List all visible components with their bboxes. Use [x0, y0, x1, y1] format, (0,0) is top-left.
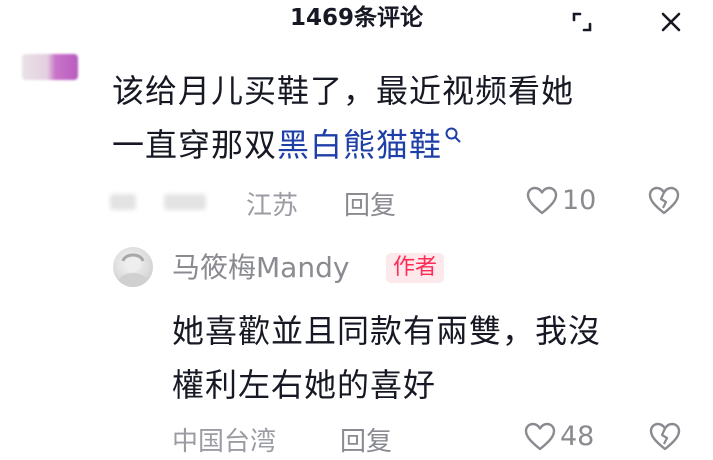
reply-meta: 中国台湾 回复 48	[172, 419, 692, 459]
reply-reply-button[interactable]: 回复	[340, 421, 392, 458]
author-name[interactable]: 马筱梅Mandy	[172, 250, 349, 286]
blurred-username	[110, 194, 136, 210]
commenter-avatar[interactable]	[22, 54, 78, 80]
comment-line-2-text: 一直穿那双	[112, 126, 278, 164]
reply-button[interactable]: 回复	[344, 185, 396, 222]
comment-body: 该给月儿买鞋了，最近视频看她 一直穿那双黑白熊猫鞋	[112, 64, 682, 172]
topic-link[interactable]: 黑白熊猫鞋	[277, 126, 442, 164]
comment-line-2: 一直穿那双黑白熊猫鞋	[112, 118, 682, 172]
reply-like-count: 48	[560, 421, 595, 452]
comment-line-1: 该给月儿买鞋了，最近视频看她	[112, 72, 575, 110]
author-avatar[interactable]	[113, 247, 153, 287]
comment-location: 江苏	[246, 191, 299, 221]
reply-line-1: 她喜歡並且同款有兩雙，我沒	[172, 312, 602, 350]
like-count: 10	[562, 185, 597, 216]
author-badge: 作者	[386, 253, 445, 283]
broken-heart-icon	[649, 422, 681, 451]
heart-icon	[524, 422, 556, 450]
expand-button[interactable]	[568, 8, 596, 36]
broken-heart-icon	[648, 186, 680, 215]
expand-icon	[572, 12, 592, 32]
author-avatar-image	[118, 253, 148, 287]
reply-line-2: 權利左右她的喜好	[172, 366, 437, 404]
close-button[interactable]	[657, 8, 685, 36]
comment-meta: 江苏 回复 10	[108, 182, 688, 222]
dislike-button[interactable]	[648, 186, 680, 220]
heart-icon	[526, 186, 558, 214]
reply-dislike-button[interactable]	[649, 422, 681, 456]
comments-header: 1469条评论	[0, 0, 713, 40]
reply-body: 她喜歡並且同款有兩雙，我沒 權利左右她的喜好	[172, 304, 692, 412]
reply-location: 中国台湾	[172, 427, 277, 457]
search-icon[interactable]	[444, 126, 462, 144]
like-button[interactable]: 10	[526, 185, 596, 216]
comment-count-title: 1469条评论	[289, 5, 423, 31]
reply-like-button[interactable]: 48	[524, 421, 594, 452]
blurred-time	[164, 194, 206, 210]
close-icon	[661, 12, 681, 32]
